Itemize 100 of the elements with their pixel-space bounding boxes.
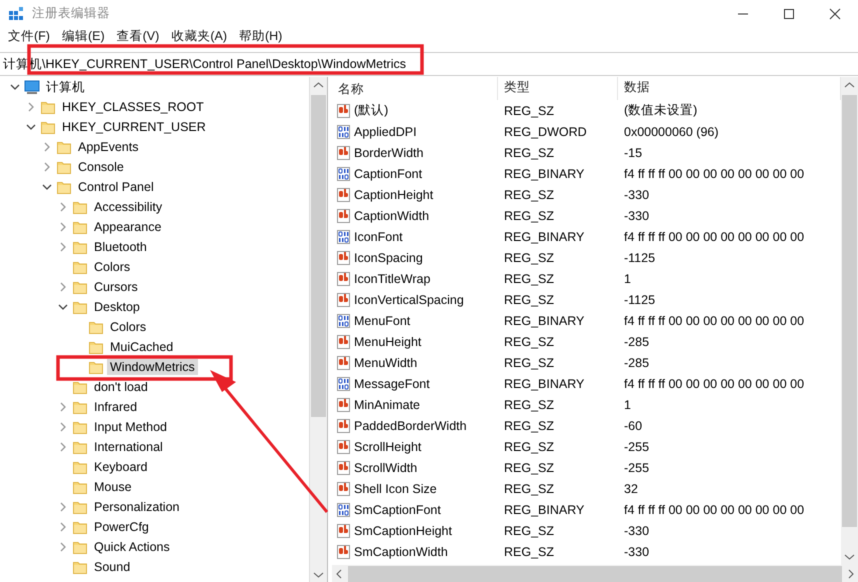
folder-icon — [72, 479, 88, 495]
string-value-icon — [336, 480, 351, 496]
tree-item[interactable]: don't load — [91, 379, 151, 395]
table-cell-text: REG_SZ — [503, 356, 556, 370]
string-value-icon — [336, 186, 351, 202]
tree-item[interactable]: Accessibility — [91, 199, 166, 215]
table-cell-text: -1125 — [623, 250, 656, 264]
value-name[interactable]: CaptionWidth — [354, 208, 430, 222]
table-cell-text: REG_BINARY — [503, 314, 586, 328]
table-cell-text: f4 ff ff ff 00 00 00 00 00 00 00 00 — [623, 376, 806, 390]
value-name[interactable]: CaptionFont — [354, 166, 422, 180]
table-cell-text: -255 — [623, 440, 650, 454]
tree-item[interactable]: HKEY_CLASSES_ROOT — [59, 99, 207, 115]
table-cell-text: f4 ff ff ff 00 00 00 00 00 00 00 00 — [623, 166, 806, 180]
tree-item[interactable]: Input Method — [91, 419, 170, 435]
table-cell-text: -60 — [623, 418, 644, 432]
value-name[interactable]: SmCaptionHeight — [354, 524, 452, 538]
tree-item[interactable]: Mouse — [91, 479, 135, 495]
tree-item[interactable]: Sound — [91, 559, 134, 575]
string-value-icon — [336, 102, 351, 118]
folder-icon — [72, 559, 88, 575]
table-cell-text: 32 — [623, 482, 639, 496]
value-name[interactable]: IconVerticalSpacing — [354, 292, 464, 306]
value-name[interactable]: IconSpacing — [354, 250, 423, 264]
maximize-icon[interactable] — [783, 8, 795, 20]
column-header[interactable]: 类型 — [498, 77, 618, 100]
tree-item[interactable]: Bluetooth — [91, 239, 150, 255]
table-cell-text: REG_SZ — [503, 104, 556, 118]
tree-item[interactable]: Control Panel — [75, 179, 157, 195]
menu-item[interactable]: 查看(V) — [110, 28, 166, 44]
close-icon[interactable] — [829, 8, 841, 20]
value-name[interactable]: SmCaptionWidth — [354, 544, 448, 558]
table-cell-text: f4 ff ff ff 00 00 00 00 00 00 00 00 — [623, 230, 806, 244]
scrollbar[interactable] — [841, 77, 858, 565]
tree-item[interactable]: International — [91, 439, 166, 455]
value-name[interactable]: AppliedDPI — [354, 124, 417, 138]
value-name[interactable]: MenuFont — [354, 314, 410, 328]
tree-item[interactable]: HKEY_CURRENT_USER — [59, 119, 209, 135]
table-cell-text: REG_SZ — [503, 482, 556, 496]
string-value-icon — [336, 250, 351, 266]
tree-item[interactable]: Colors — [107, 319, 150, 335]
folder-icon — [56, 139, 72, 155]
value-name[interactable]: IconTitleWrap — [354, 272, 430, 286]
table-cell-text: REG_SZ — [503, 250, 556, 264]
table-cell-text: REG_DWORD — [503, 124, 588, 138]
value-name[interactable]: IconFont — [354, 230, 403, 244]
value-name[interactable]: ScrollWidth — [354, 460, 418, 474]
folder-icon — [56, 159, 72, 175]
tree-item[interactable]: Quick Actions — [91, 539, 173, 555]
tree-item[interactable]: AppEvents — [75, 139, 142, 155]
value-name[interactable]: (默认) — [354, 102, 388, 119]
tree-item[interactable]: Desktop — [91, 299, 143, 315]
tree-item[interactable]: MuiCached — [107, 339, 176, 355]
tree-item[interactable]: Colors — [91, 259, 134, 275]
tree-item[interactable]: Console — [75, 159, 127, 175]
folder-icon — [72, 499, 88, 515]
column-header[interactable]: 名称 — [332, 77, 498, 100]
value-name[interactable]: MinAnimate — [354, 398, 420, 412]
table-cell-text: 1 — [623, 398, 632, 412]
table-cell-text: REG_SZ — [503, 208, 556, 222]
table-cell-text: REG_SZ — [503, 440, 556, 454]
value-name[interactable]: MenuWidth — [354, 356, 418, 370]
tree-item[interactable]: Appearance — [91, 219, 164, 235]
horizontal-scrollbar[interactable] — [332, 565, 858, 582]
value-name[interactable]: SmCaptionFont — [354, 502, 441, 516]
table-cell-text: REG_SZ — [503, 460, 556, 474]
value-name[interactable]: Shell Icon Size — [354, 482, 437, 496]
value-name[interactable]: BorderWidth — [354, 146, 424, 160]
value-name[interactable]: MenuHeight — [354, 334, 422, 348]
folder-icon — [72, 539, 88, 555]
table-cell-text: -330 — [623, 208, 650, 222]
folder-icon — [72, 459, 88, 475]
tree-item[interactable]: PowerCfg — [91, 519, 152, 535]
value-name[interactable]: PaddedBorderWidth — [354, 418, 467, 432]
menu-item[interactable]: 编辑(E) — [56, 28, 111, 44]
table-cell-text: -330 — [623, 188, 650, 202]
tree-item[interactable]: Personalization — [91, 499, 182, 515]
folder-icon — [72, 519, 88, 535]
table-cell-text: -330 — [623, 544, 650, 558]
tree-item[interactable]: Cursors — [91, 279, 141, 295]
table-cell-text: REG_SZ — [503, 398, 556, 412]
table-cell-text: REG_SZ — [503, 146, 556, 160]
scrollbar[interactable] — [310, 77, 327, 582]
table-cell-text: REG_BINARY — [503, 376, 586, 390]
menu-item[interactable]: 收藏夹(A) — [165, 28, 233, 44]
menu-item[interactable]: 帮助(H) — [232, 28, 288, 44]
value-name[interactable]: ScrollHeight — [354, 440, 422, 454]
tree-item[interactable]: 计算机 — [43, 78, 88, 96]
folder-icon — [72, 259, 88, 275]
tree-item[interactable]: Infrared — [91, 399, 140, 415]
value-name[interactable]: MessageFont — [354, 376, 430, 390]
tree-item[interactable]: WindowMetrics — [107, 359, 198, 375]
value-name[interactable]: CaptionHeight — [354, 188, 434, 202]
menu-item[interactable]: 文件(F) — [2, 28, 56, 44]
binary-value-icon — [336, 502, 351, 518]
table-cell-text: -15 — [623, 146, 644, 160]
table-cell-text: REG_SZ — [503, 272, 556, 286]
folder-icon — [40, 119, 56, 135]
tree-item[interactable]: Keyboard — [91, 459, 151, 475]
table-cell-text: REG_BINARY — [503, 502, 586, 516]
